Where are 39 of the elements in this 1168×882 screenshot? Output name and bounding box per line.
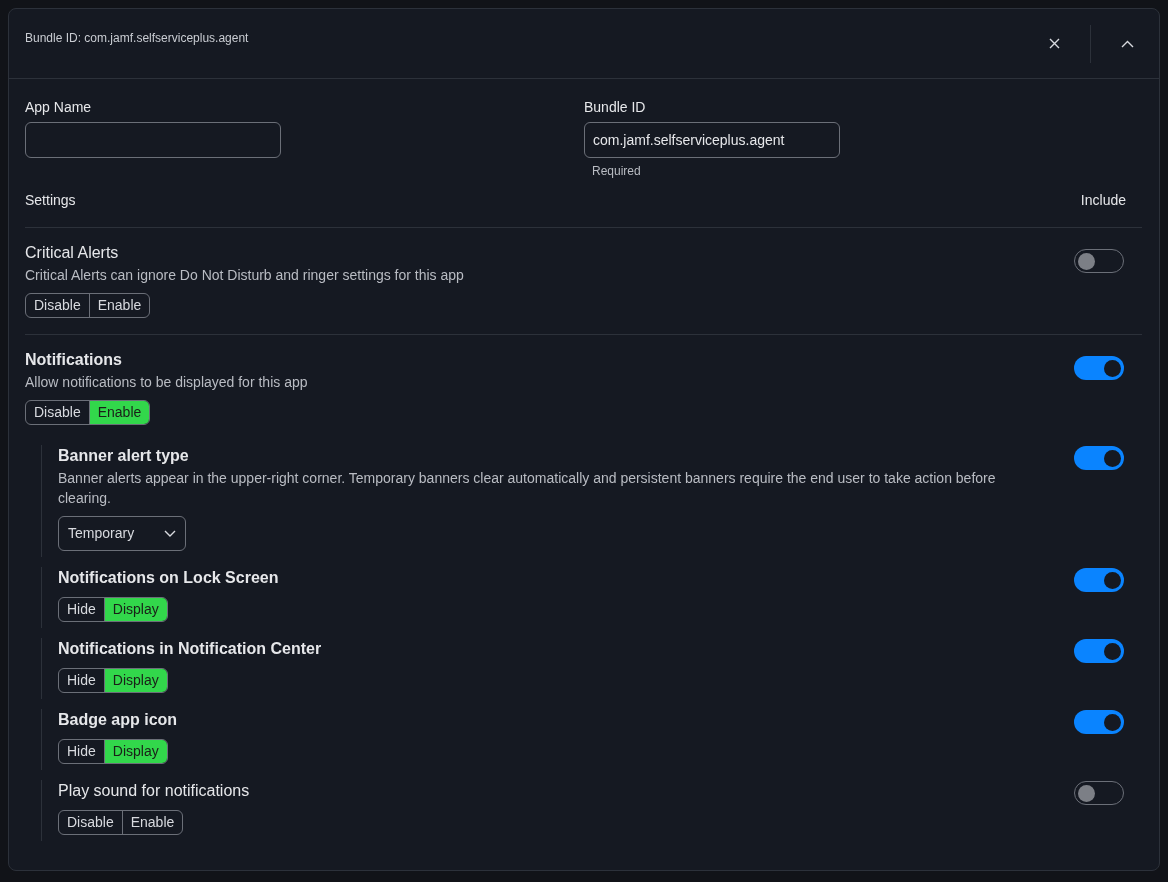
segment-option[interactable]: Hide xyxy=(59,669,104,692)
include-toggle[interactable] xyxy=(1074,710,1124,734)
chevron-down-icon xyxy=(164,529,176,538)
setting-title: Critical Alerts xyxy=(25,243,120,263)
setting-title: Banner alert type xyxy=(58,446,190,466)
segment-option[interactable]: Hide xyxy=(59,598,104,621)
field-hint: Required xyxy=(592,163,642,180)
segment-option[interactable]: Disable xyxy=(26,294,89,317)
chevron-up-icon xyxy=(1120,39,1134,48)
setting-title: Notifications on Lock Screen xyxy=(58,568,279,588)
include-toggle[interactable] xyxy=(1074,446,1124,470)
segment-option[interactable]: Hide xyxy=(59,740,104,763)
setting-description: Banner alerts appear in the upper-right corner. Temporary banners clear automatically and persistent banners require the end user to take action before clearing. xyxy=(58,469,997,508)
segment-option[interactable]: Display xyxy=(103,740,167,763)
card-title: Bundle ID: com.jamf.selfserviceplus.agent xyxy=(25,29,249,47)
setting-title: Badge app icon xyxy=(58,710,178,730)
segment-option[interactable]: Display xyxy=(103,669,167,692)
include-heading: Include xyxy=(1080,191,1126,210)
banner-type-dropdown[interactable]: Temporary xyxy=(58,516,186,551)
setting-description: Allow notifications to be displayed for this app xyxy=(25,373,308,392)
field-label: App Name xyxy=(25,98,93,117)
close-icon xyxy=(1048,38,1060,49)
segment-option[interactable]: Disable xyxy=(26,401,89,424)
text-field[interactable]: com.jamf.selfserviceplus.agent xyxy=(584,122,840,158)
setting-description: Critical Alerts can ignore Do Not Disturb and ringer settings for this app xyxy=(25,266,464,285)
include-toggle[interactable] xyxy=(1074,356,1124,380)
setting-title: Play sound for notifications xyxy=(58,781,250,801)
text-field[interactable] xyxy=(25,122,281,158)
segment-option[interactable]: Enable xyxy=(88,401,150,424)
setting-title: Notifications in Notification Center xyxy=(58,639,322,659)
setting-title: Notifications xyxy=(25,350,123,370)
include-toggle[interactable] xyxy=(1074,639,1124,663)
segment-option[interactable]: Display xyxy=(103,598,167,621)
field-label: Bundle ID xyxy=(584,98,647,117)
segment-option[interactable]: Enable xyxy=(121,811,183,834)
settings-heading: Settings xyxy=(25,191,76,210)
segment-option[interactable]: Enable xyxy=(88,294,150,317)
segment-option[interactable]: Disable xyxy=(59,811,122,834)
include-toggle[interactable] xyxy=(1074,568,1124,592)
